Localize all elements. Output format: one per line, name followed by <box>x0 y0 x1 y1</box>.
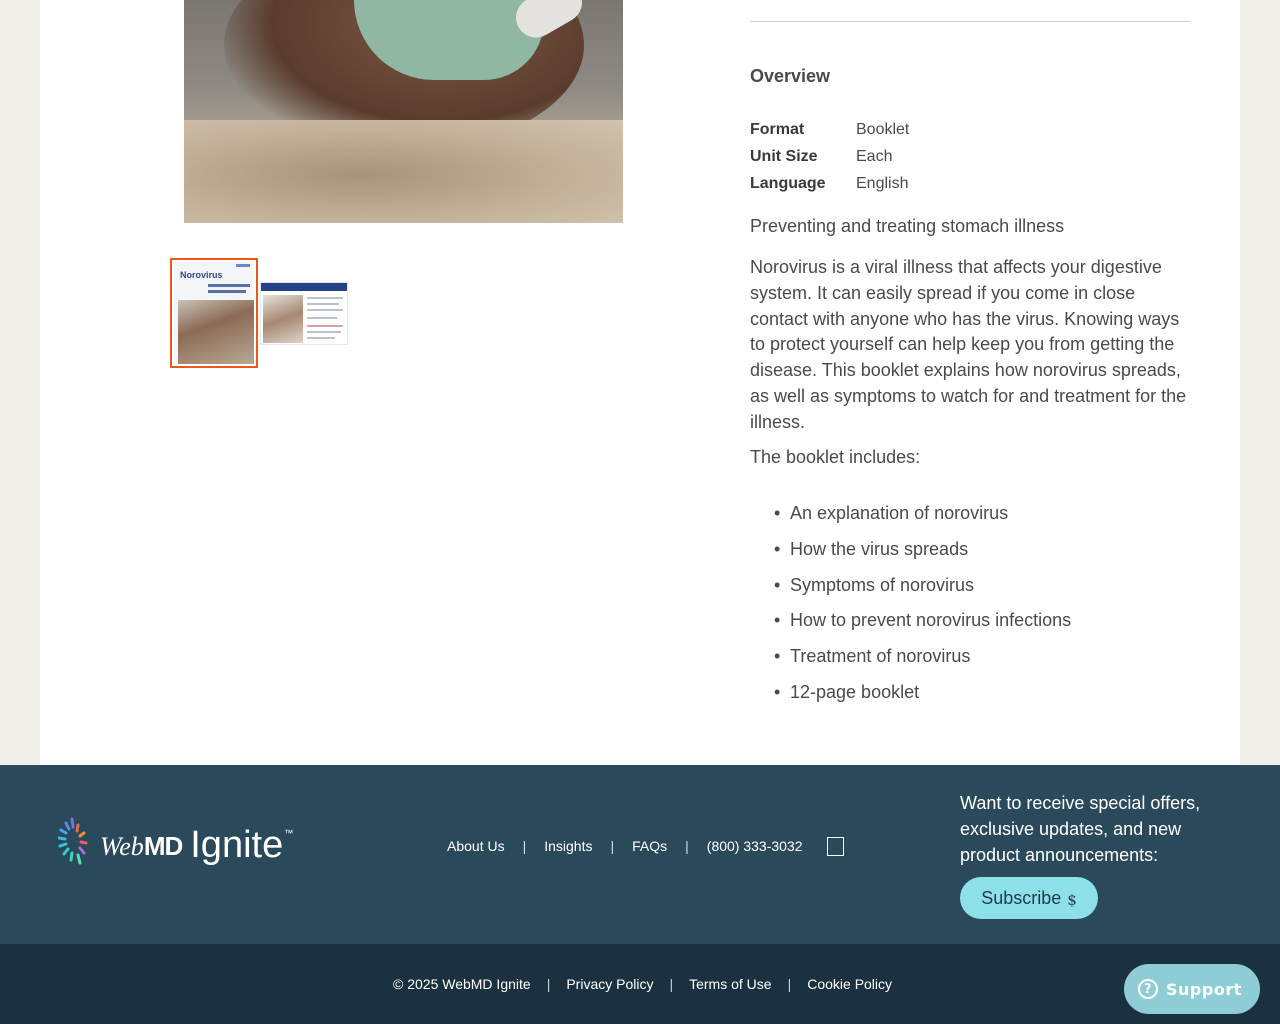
spec-value: English <box>856 175 909 192</box>
footer-link-faqs[interactable]: FAQs <box>632 838 667 854</box>
thumbnail-cover-line <box>208 284 250 287</box>
logo-tm-text: ™ <box>284 828 294 838</box>
legal-links: © 2025 WebMD Ignite | Privacy Policy | T… <box>393 976 892 992</box>
site-footer: WebMD Ignite™ About Us | Insights | FAQs … <box>0 765 1280 944</box>
product-description: Norovirus is a viral illness that affect… <box>750 257 1187 432</box>
spec-value: Booklet <box>856 121 910 138</box>
nav-separator: | <box>610 837 615 854</box>
list-item: Treatment of norovirus <box>750 643 1071 679</box>
footer-link-about-us[interactable]: About Us <box>447 838 505 854</box>
section-divider <box>750 21 1190 22</box>
thumbnail-text-line <box>307 309 343 311</box>
cookie-policy-link[interactable]: Cookie Policy <box>807 976 892 992</box>
thumbnail-cover-line <box>208 290 246 293</box>
spec-value: Each <box>856 148 893 165</box>
thumbnail-brand-mark <box>236 264 250 267</box>
legal-separator: | <box>669 976 674 992</box>
support-button[interactable]: ? Support <box>1124 964 1260 1014</box>
logo-wordmark[interactable]: WebMD Ignite™ <box>100 822 294 866</box>
terms-of-use-link[interactable]: Terms of Use <box>689 976 771 992</box>
thumbnail-text-line <box>307 317 337 319</box>
thumbnail-page-photo <box>263 295 303 343</box>
spec-label: Unit Size <box>750 148 818 165</box>
thumbnail-text-line <box>307 337 335 339</box>
thumbnail-cover-title: Norovirus <box>180 270 223 280</box>
subscribe-icon: $ <box>1067 891 1077 909</box>
nav-separator: | <box>685 837 689 854</box>
spec-table: Format Booklet Unit Size Each Language E… <box>750 116 909 197</box>
list-item: How to prevent norovirus infections <box>750 607 1071 643</box>
thumbnail-text-line <box>307 331 341 333</box>
spec-row-language: Language English <box>750 170 909 197</box>
logo-md-text: MD <box>143 831 183 861</box>
thumbnail-text-line <box>307 297 343 299</box>
footer-link-insights[interactable]: Insights <box>544 838 592 854</box>
newsletter-promo-text: Want to receive special offers, exclusiv… <box>960 793 1201 865</box>
help-icon: ? <box>1138 979 1158 999</box>
includes-heading: The booklet includes: <box>750 447 921 467</box>
privacy-policy-link[interactable]: Privacy Policy <box>566 976 653 992</box>
legal-separator: | <box>787 976 792 992</box>
thumbnail-cover[interactable]: Norovirus <box>170 258 258 368</box>
logo-ignite-text: Ignite <box>190 824 284 866</box>
logo-web-text: Web <box>100 832 144 861</box>
spec-label: Format <box>750 121 805 138</box>
subscribe-label: Subscribe <box>981 887 1062 908</box>
footer-link-phone[interactable]: (800) 333-3032 <box>707 838 803 854</box>
thumbnail-cover-image: Norovirus <box>174 262 254 364</box>
nav-separator: | <box>522 837 527 854</box>
includes-list: An explanation of norovirus How the viru… <box>750 500 1071 715</box>
spec-row-unit-size: Unit Size Each <box>750 143 909 170</box>
thumbnail-page-header <box>261 283 347 291</box>
spec-row-format: Format Booklet <box>750 116 909 143</box>
footer-nav: About Us | Insights | FAQs | (800) 333-3… <box>447 836 844 856</box>
legal-bar: © 2025 WebMD Ignite | Privacy Policy | T… <box>0 944 1280 1024</box>
thumbnail-inside-page[interactable] <box>260 282 348 345</box>
thumbnail-text-line <box>307 303 339 305</box>
social-link-icon[interactable] <box>826 837 844 856</box>
thumbnail-text-line <box>307 325 343 327</box>
list-item: How the virus spreads <box>750 536 1071 572</box>
support-label: Support <box>1166 979 1242 999</box>
product-main-image <box>184 0 623 223</box>
spec-label: Language <box>750 175 826 192</box>
list-item: 12-page booklet <box>750 679 1071 715</box>
list-item: Symptoms of norovirus <box>750 572 1071 608</box>
thumbnail-cover-photo <box>178 300 254 364</box>
list-item: An explanation of norovirus <box>750 500 1071 536</box>
copyright-text: © 2025 WebMD Ignite <box>393 976 531 992</box>
subscribe-button[interactable]: Subscribe $ <box>960 877 1098 919</box>
product-subtitle: Preventing and treating stomach illness <box>750 216 1065 236</box>
photo-blanket <box>184 120 623 223</box>
legal-separator: | <box>546 976 551 992</box>
overview-heading: Overview <box>750 66 831 86</box>
